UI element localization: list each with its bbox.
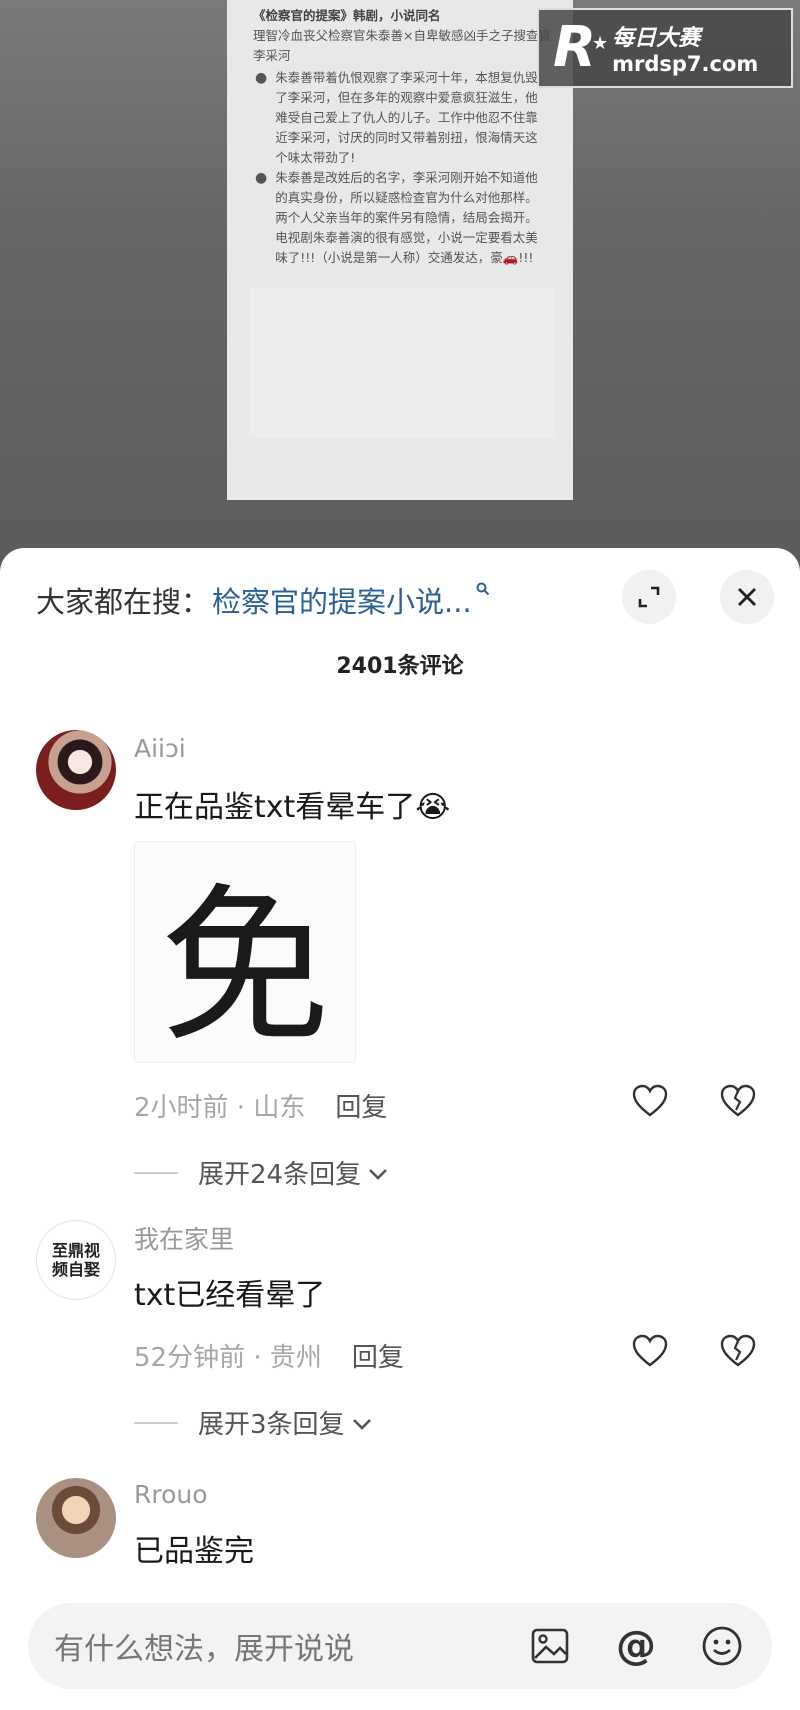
post-bullet: ● 朱泰善是改姓后的名字，李采河刚开始不知道他的真实身份，所以疑惑检查官为什么对… xyxy=(249,168,555,268)
watermark-text: 每日大赛 mrdsp7.com xyxy=(606,20,758,76)
heart-icon xyxy=(632,1334,668,1367)
expand-replies-label: 展开24条回复 xyxy=(198,1160,362,1190)
post-bullet-text: 朱泰善带着仇恨观察了李采河十年，本想复仇毁了李采河，但在多年的观察中爱意疯狂滋生… xyxy=(275,70,538,165)
post-bullet-text: 朱泰善是改姓后的名字，李采河刚开始不知道他的真实身份，所以疑惑检查官为什么对他那… xyxy=(275,170,538,265)
expand-icon xyxy=(638,586,660,608)
post-bullet: ● 朱泰善带着仇恨观察了李采河十年，本想复仇毁了李采河，但在多年的观察中爱意疯狂… xyxy=(249,68,555,168)
comment-meta: 52分钟前 · 贵州 回复 xyxy=(134,1337,404,1374)
dislike-button[interactable] xyxy=(720,1334,756,1372)
expand-replies-label: 展开3条回复 xyxy=(198,1410,345,1440)
comment-username[interactable]: Rrouo xyxy=(134,1480,208,1509)
image-icon[interactable] xyxy=(528,1624,572,1668)
chevron-down-icon xyxy=(351,1408,373,1438)
search-icon xyxy=(476,580,490,601)
broken-heart-icon xyxy=(720,1334,756,1367)
close-icon xyxy=(738,588,756,606)
dislike-button[interactable] xyxy=(720,1084,756,1122)
comment-text: 已品鉴完 xyxy=(134,1534,254,1569)
comment-sticker-image[interactable]: 免 xyxy=(134,841,356,1067)
avatar[interactable]: 至鼎视频自娶 xyxy=(36,1220,116,1300)
expand-sheet-button[interactable] xyxy=(622,570,676,624)
star-icon: ★ xyxy=(591,33,609,54)
heart-icon xyxy=(632,1084,668,1117)
comment-username[interactable]: Aiiↄi xyxy=(134,734,186,763)
comment-input-placeholder: 有什么想法，展开说说 xyxy=(54,1632,354,1667)
post-subtitle: 理智冷血丧父检察官朱泰善×自卑敏感凶手之子搜查官李采河 xyxy=(253,28,551,63)
watermark-url: mrdsp7.com xyxy=(612,52,759,76)
expand-replies-button[interactable]: 展开3条回复 xyxy=(134,1404,373,1441)
broken-heart-icon xyxy=(720,1084,756,1117)
comment-time-location: 2小时前 · 山东 xyxy=(134,1093,306,1123)
site-watermark: R ★ 每日大赛 mrdsp7.com xyxy=(537,8,793,88)
post-document: 《检察官的提案》韩剧，小说同名 理智冷血丧父检察官朱泰善×自卑敏感凶手之子搜查官… xyxy=(227,0,573,500)
expand-replies-button[interactable]: 展开24条回复 xyxy=(134,1154,389,1191)
comment-count: 2401条评论 xyxy=(336,654,464,679)
reply-button[interactable]: 回复 xyxy=(352,1337,404,1374)
avatar[interactable] xyxy=(36,730,116,810)
search-prefix: 大家都在搜： xyxy=(36,585,211,619)
comment-time-location: 52分钟前 · 贵州 xyxy=(134,1343,322,1373)
watermark-logo: R ★ xyxy=(553,15,609,80)
divider-line xyxy=(134,1421,178,1424)
comment-username[interactable]: 我在家里 xyxy=(134,1220,234,1256)
comment-text: txt已经看晕了 xyxy=(134,1278,326,1313)
trending-search[interactable]: 大家都在搜： 检察官的提案小说... xyxy=(36,580,490,620)
like-button[interactable] xyxy=(632,1084,668,1122)
comment-text: 正在品鉴txt看晕车了😭 xyxy=(134,790,451,825)
watermark-name: 每日大赛 xyxy=(612,26,701,51)
bullet-dot: ● xyxy=(255,70,268,86)
chevron-down-icon xyxy=(367,1158,389,1188)
search-hot-term[interactable]: 检察官的提案小说... xyxy=(212,579,472,621)
emoji-icon[interactable] xyxy=(700,1624,744,1668)
bullet-dot: ● xyxy=(255,170,268,186)
post-bullet-list: ● 朱泰善带着仇恨观察了李采河十年，本想复仇毁了李采河，但在多年的观察中爱意疯狂… xyxy=(249,68,555,268)
divider-line xyxy=(134,1171,178,1174)
close-button[interactable] xyxy=(720,570,774,624)
reply-button[interactable]: 回复 xyxy=(335,1087,387,1124)
post-blank-area xyxy=(249,288,555,438)
post-title: 《检察官的提案》韩剧，小说同名 xyxy=(253,8,441,23)
at-icon[interactable]: @ xyxy=(614,1623,658,1669)
avatar[interactable] xyxy=(36,1478,116,1558)
comment-sheet: 大家都在搜： 检察官的提案小说... 2401条评论 Aiiↄi 正在品鉴txt… xyxy=(0,548,800,1710)
comment-input[interactable]: 有什么想法，展开说说 @ xyxy=(28,1603,772,1689)
like-button[interactable] xyxy=(632,1334,668,1372)
comment-meta: 2小时前 · 山东 回复 xyxy=(134,1087,387,1124)
